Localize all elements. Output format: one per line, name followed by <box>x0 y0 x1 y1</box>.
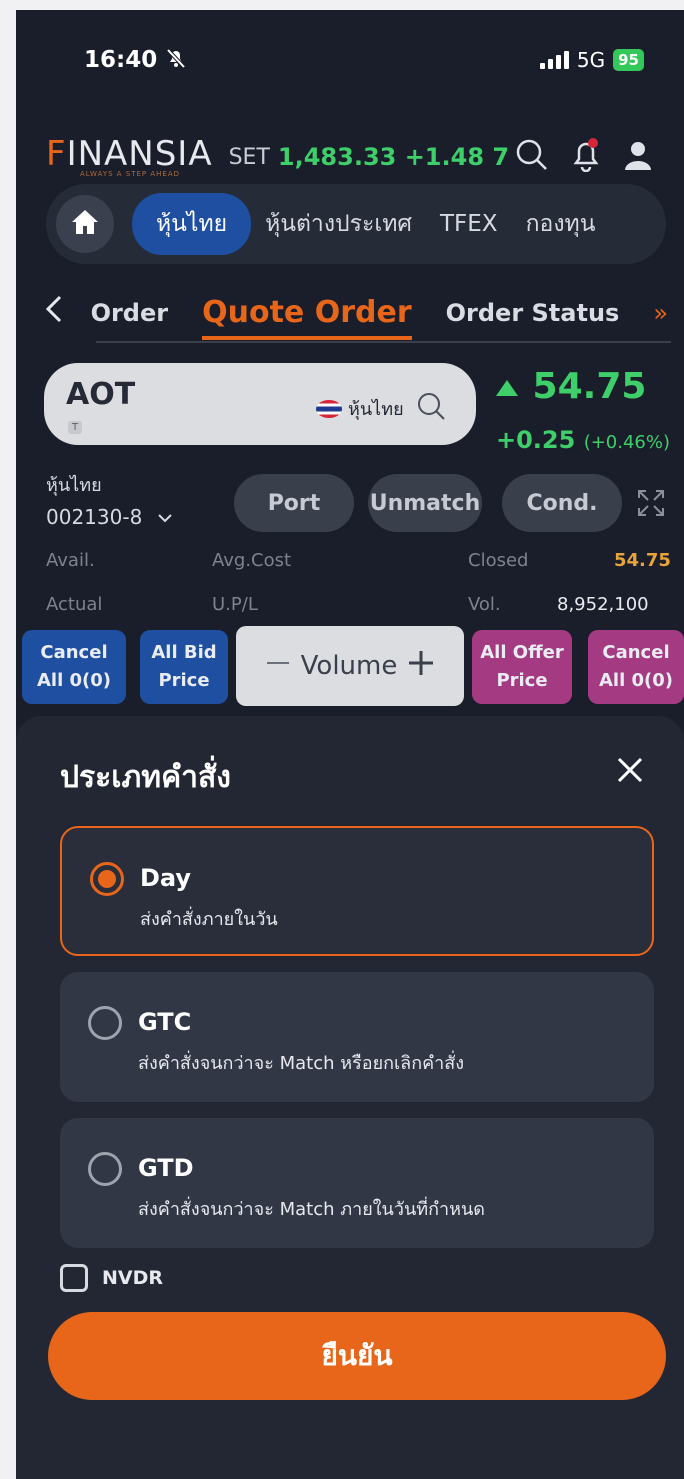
symbol-ticker: AOT <box>66 377 136 412</box>
finansia-logo[interactable]: FINANSIA ALWAYS A STEP AHEAD <box>46 136 213 178</box>
status-time: 16:40 <box>84 47 158 73</box>
all-offer-price-button[interactable]: All Offer Price <box>472 630 572 704</box>
radio-icon[interactable] <box>88 1152 122 1186</box>
tab-thai-stocks[interactable]: หุ้นไทย <box>132 193 252 255</box>
market-label: หุ้นไทย <box>348 399 404 420</box>
account-number: 002130-8 <box>46 505 143 529</box>
option-desc: ส่งคำสั่งจนกว่าจะ Match ภายในวันที่กำหนด <box>138 1199 486 1220</box>
tab-funds[interactable]: กองทุน <box>512 206 610 242</box>
status-bar: 16:40 5G 95 <box>16 10 684 110</box>
tab-tfex[interactable]: TFEX <box>426 211 512 237</box>
thai-flag-icon <box>316 399 342 418</box>
volume-stepper[interactable]: Volume <box>236 626 464 706</box>
option-name: Day <box>140 864 192 892</box>
vol-value: 8,952,100 <box>557 594 649 615</box>
change-value: +0.25 <box>496 426 576 454</box>
price-change: +0.25 (+0.46%) <box>496 426 670 454</box>
all-offer-line2: Price <box>496 670 548 691</box>
account-selector[interactable]: หุ้นไทย 002130-8 <box>46 470 173 529</box>
unmatch-button[interactable]: Unmatch <box>368 474 482 532</box>
all-bid-price-button[interactable]: All Bid Price <box>140 630 228 704</box>
closed-value: 54.75 <box>614 550 671 571</box>
symbol-search-box[interactable]: AOT T หุ้นไทย <box>44 363 476 445</box>
closed-label: Closed <box>468 550 529 571</box>
logo-text: FINANSIA <box>46 134 213 174</box>
battery-indicator: 95 <box>613 49 644 71</box>
account-type: หุ้นไทย <box>46 475 102 496</box>
signal-icon <box>539 51 569 69</box>
option-gtc[interactable]: GTC ส่งคำสั่งจนกว่าจะ Match หรือยกเลิกคำ… <box>60 972 654 1102</box>
back-chevron-icon[interactable] <box>44 294 91 332</box>
sheet-title: ประเภทคำสั่ง <box>60 760 231 795</box>
market-selector[interactable]: หุ้นไทย <box>316 391 446 426</box>
option-desc: ส่งคำสั่งภายในวัน <box>140 909 278 930</box>
subtab-order-status[interactable]: Order Status <box>446 299 620 327</box>
up-triangle-icon <box>496 380 518 396</box>
avg-cost-label: Avg.Cost <box>212 550 292 571</box>
minus-icon[interactable] <box>265 650 291 683</box>
confirm-button[interactable]: ยืนยัน <box>48 1312 666 1400</box>
volume-label: Volume <box>300 651 398 681</box>
account-number-row: 002130-8 <box>46 505 173 529</box>
silent-bell-icon <box>165 47 187 73</box>
subtab-order[interactable]: Order <box>91 299 169 327</box>
cancel-offer-line2: All 0(0) <box>598 670 674 691</box>
avail-label: Avail. <box>46 550 95 571</box>
cond-button[interactable]: Cond. <box>502 474 622 532</box>
subtab-quote-order[interactable]: Quote Order <box>202 295 412 340</box>
nvdr-checkbox[interactable] <box>60 1264 88 1292</box>
nvdr-checkbox-row[interactable]: NVDR <box>60 1264 163 1292</box>
close-icon[interactable] <box>616 756 644 788</box>
app-header: FINANSIA ALWAYS A STEP AHEAD SET 1,483.3… <box>16 122 684 192</box>
cancel-all-offer-button[interactable]: Cancel All 0(0) <box>588 630 684 704</box>
all-bid-line2: Price <box>158 670 210 691</box>
upl-label: U.P/L <box>212 594 258 615</box>
option-desc: ส่งคำสั่งจนกว่าจะ Match หรือยกเลิกคำสั่ง <box>138 1053 465 1074</box>
port-button[interactable]: Port <box>234 474 354 532</box>
plus-icon[interactable] <box>407 649 435 684</box>
index-label: SET <box>228 144 270 170</box>
option-name: GTD <box>138 1154 194 1182</box>
cancel-bid-line1: Cancel <box>40 642 108 663</box>
change-percent: (+0.46%) <box>583 432 670 453</box>
market-nav: หุ้นไทย หุ้นต่างประเทศ TFEX กองทุน <box>46 184 666 264</box>
index-value: 1,483.33 +1.48 7 <box>277 143 510 171</box>
option-name: GTC <box>138 1008 192 1036</box>
more-tabs-icon[interactable]: » <box>653 299 668 327</box>
order-type-sheet: ประเภทคำสั่ง Day ส่งคำสั่งภายในวัน GTC ส… <box>16 716 684 1479</box>
home-icon <box>70 208 100 240</box>
radio-selected-icon[interactable] <box>90 862 124 896</box>
symbol-badge: T <box>68 421 83 434</box>
search-icon[interactable] <box>416 391 446 426</box>
expand-icon[interactable] <box>636 488 666 522</box>
cancel-offer-line1: Cancel <box>602 642 670 663</box>
all-offer-line1: All Offer <box>480 642 564 663</box>
cancel-bid-line2: All 0(0) <box>36 670 112 691</box>
price-value: 54.75 <box>532 366 647 407</box>
cancel-all-bid-button[interactable]: Cancel All 0(0) <box>22 630 126 704</box>
network-label: 5G <box>576 48 606 72</box>
last-price: 54.75 <box>494 366 646 407</box>
actual-label: Actual <box>46 594 103 615</box>
option-day[interactable]: Day ส่งคำสั่งภายในวัน <box>60 826 654 956</box>
subtab-divider <box>96 341 671 343</box>
chevron-down-icon <box>157 505 173 529</box>
radio-icon[interactable] <box>88 1006 122 1040</box>
vol-label: Vol. <box>468 594 501 615</box>
search-icon[interactable] <box>515 138 549 176</box>
nvdr-label: NVDR <box>102 1267 164 1289</box>
order-subtabs: Order Quote Order Order Status » <box>16 280 684 346</box>
app-screen: 16:40 5G 95 FINANSIA ALWAYS A STEP AHEAD… <box>16 10 684 1479</box>
logo-tagline: ALWAYS A STEP AHEAD <box>80 170 181 178</box>
home-button[interactable] <box>56 195 114 253</box>
tab-foreign-stocks[interactable]: หุ้นต่างประเทศ <box>251 206 426 242</box>
user-icon[interactable] <box>623 138 653 176</box>
bell-icon[interactable] <box>571 138 601 176</box>
all-bid-line1: All Bid <box>151 642 217 663</box>
option-gtd[interactable]: GTD ส่งคำสั่งจนกว่าจะ Match ภายในวันที่ก… <box>60 1118 654 1248</box>
